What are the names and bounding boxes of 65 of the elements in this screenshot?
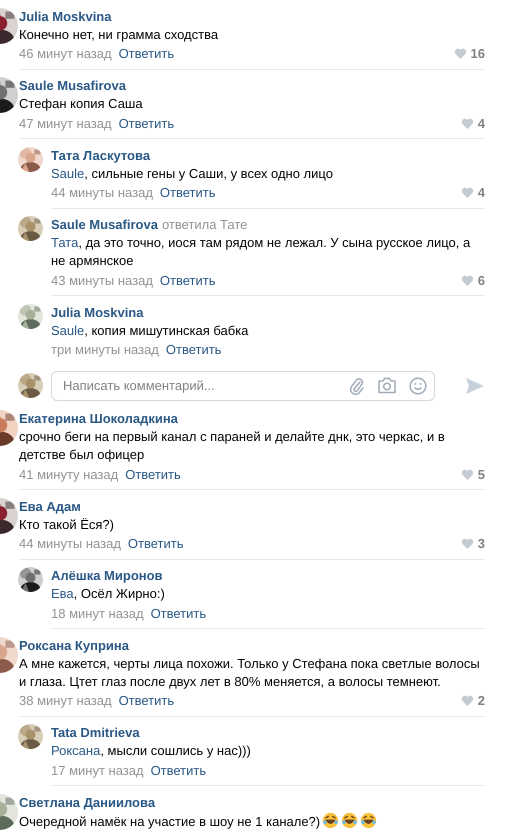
comment-text: Стефан копия Саша — [19, 95, 144, 113]
like-count: 2 — [478, 693, 485, 708]
comment-text: Ева, Осёл Жирно:) — [51, 585, 166, 603]
author-name[interactable]: Светлана Даниилова — [19, 794, 156, 810]
like-count: 4 — [478, 116, 485, 130]
reply-link[interactable]: Ответить — [166, 342, 222, 357]
comment-time: 44 минуты назад — [51, 185, 153, 200]
comment-time: 44 минуты назад — [19, 536, 121, 551]
heart-icon[interactable] — [460, 118, 474, 128]
heart-icon[interactable] — [454, 48, 467, 59]
comment-input[interactable]: Написать комментарий... — [51, 370, 435, 400]
author-name[interactable]: Saule Musafirova — [51, 217, 158, 232]
comment-text: Saule, сильные гены у Саши, у всех одно лицо — [51, 164, 334, 182]
comment-text: Кто такой Ёся?) — [19, 516, 115, 534]
like-count: 6 — [478, 272, 485, 288]
heart-icon[interactable] — [460, 538, 474, 549]
replied-to-label: ответила Тате — [162, 217, 248, 232]
author-name[interactable]: Тата Ласкутова — [51, 148, 150, 162]
heart-icon[interactable] — [460, 468, 474, 480]
comment-time: 43 минуты назад — [51, 272, 153, 288]
laughing-emoji-icon — [322, 812, 340, 828]
send-icon[interactable] — [465, 376, 485, 394]
reply-link[interactable]: Ответить — [150, 762, 206, 778]
heart-icon[interactable] — [460, 187, 474, 198]
author-name[interactable]: Алёшка Миронов — [51, 568, 163, 583]
comment-text: Тата, да это точно, иося там рядом не лежал. У сына русское лицо, а не армянское — [51, 234, 472, 270]
comment-time: три минуты назад — [51, 342, 159, 357]
author-name[interactable]: Роксана Куприна — [19, 638, 129, 652]
comment-time: 17 минут назад — [51, 762, 144, 778]
comment-time: 18 минут назад — [51, 606, 144, 620]
comment-time: 46 минут назад — [19, 46, 112, 61]
comment-text: Роксана, мысли сошлись у нас))) — [51, 742, 252, 760]
like-count: 5 — [478, 466, 485, 482]
reply-link[interactable]: Ответить — [160, 272, 216, 288]
author-name[interactable]: Ева Адам — [19, 498, 81, 514]
reply-link[interactable]: Ответить — [118, 693, 174, 708]
laughing-emoji-icon — [360, 812, 378, 828]
camera-icon[interactable] — [377, 377, 397, 394]
paperclip-icon[interactable] — [349, 376, 365, 394]
reply-link[interactable]: Ответить — [128, 536, 184, 551]
author-name[interactable]: Saule Musafirova — [19, 78, 126, 93]
comment-text: Saule, копия мишутинская бабка — [51, 322, 250, 340]
laughing-emoji-icon — [341, 812, 358, 828]
like-count: 16 — [470, 46, 485, 61]
author-name[interactable]: Екатерина Шоколадкина — [19, 411, 178, 426]
heart-icon[interactable] — [460, 274, 474, 286]
comment-time: 38 минут назад — [19, 693, 112, 708]
comment-text: А мне кажется, черты лица похожи. Только у Стефана пока светлые волосы и глаза. Цтет глаз после двух лет в 80% меняется, а волосы темнеют. — [19, 654, 481, 690]
heart-icon[interactable] — [460, 695, 474, 706]
like-count: 3 — [478, 536, 485, 551]
reply-link[interactable]: Ответить — [118, 46, 174, 61]
like-count: 4 — [478, 185, 485, 200]
author-name[interactable]: Tata Dmitrieva — [51, 725, 140, 740]
author-name[interactable]: Julia Moskvina — [51, 304, 144, 320]
reply-link[interactable]: Ответить — [118, 116, 174, 130]
smiley-icon[interactable] — [409, 376, 427, 394]
reply-link[interactable]: Ответить — [160, 185, 216, 200]
comment-time: 47 минут назад — [19, 116, 112, 130]
comment-text: Очередной намёк на участие в шоу не 1 канале?) — [19, 812, 485, 830]
comment-time: 41 минуту назад — [19, 466, 118, 482]
comment-text: срочно беги на первый канал с параней и делайте днк, это черкас, и в детстве был офицер — [19, 428, 446, 464]
author-name[interactable]: Julia Moskvina — [19, 8, 112, 24]
comment-text: Конечно нет, ни грамма сходства — [19, 26, 220, 44]
reply-link[interactable]: Ответить — [150, 606, 206, 620]
reply-link[interactable]: Ответить — [125, 466, 181, 482]
